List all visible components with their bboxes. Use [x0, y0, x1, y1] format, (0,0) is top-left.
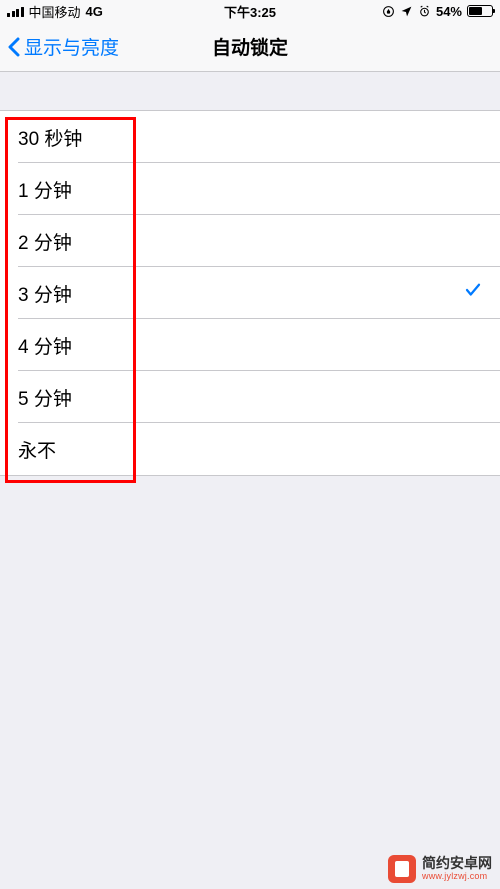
watermark-badge-icon: [388, 855, 416, 883]
carrier-label: 中国移动: [29, 2, 81, 21]
option-label: 5 分钟: [18, 384, 72, 411]
option-never[interactable]: 永不: [0, 423, 500, 475]
option-3min[interactable]: 3 分钟: [0, 267, 500, 319]
watermark-text: 简约安卓网 www.jylzwj.com: [422, 856, 492, 881]
network-label: 4G: [86, 4, 103, 19]
back-button[interactable]: 显示与亮度: [8, 33, 119, 60]
orientation-lock-icon: [382, 5, 395, 18]
back-label: 显示与亮度: [24, 33, 119, 60]
watermark: 简约安卓网 www.jylzwj.com: [388, 855, 492, 883]
status-right: 54%: [382, 4, 493, 19]
option-label: 3 分钟: [18, 280, 72, 307]
option-label: 永不: [18, 436, 56, 463]
watermark-title: 简约安卓网: [422, 856, 492, 871]
location-icon: [400, 5, 413, 18]
option-4min[interactable]: 4 分钟: [0, 319, 500, 371]
page-title: 自动锁定: [212, 33, 288, 60]
checkmark-icon: [464, 281, 482, 305]
option-1min[interactable]: 1 分钟: [0, 163, 500, 215]
option-5min[interactable]: 5 分钟: [0, 371, 500, 423]
option-label: 1 分钟: [18, 176, 72, 203]
option-label: 30 秒钟: [18, 124, 82, 151]
status-time: 下午3:25: [224, 2, 276, 21]
battery-icon: [467, 5, 493, 17]
option-label: 2 分钟: [18, 228, 72, 255]
option-30s[interactable]: 30 秒钟: [0, 111, 500, 163]
auto-lock-options: 30 秒钟 1 分钟 2 分钟 3 分钟 4 分钟 5 分钟 永不: [0, 110, 500, 476]
nav-bar: 显示与亮度 自动锁定: [0, 22, 500, 72]
chevron-left-icon: [8, 37, 20, 57]
battery-percent: 54%: [436, 4, 462, 19]
status-left: 中国移动 4G: [7, 2, 103, 21]
signal-bars-icon: [7, 6, 24, 17]
watermark-url: www.jylzwj.com: [422, 872, 492, 882]
option-label: 4 分钟: [18, 332, 72, 359]
alarm-icon: [418, 5, 431, 18]
option-2min[interactable]: 2 分钟: [0, 215, 500, 267]
status-bar: 中国移动 4G 下午3:25 54%: [0, 0, 500, 22]
